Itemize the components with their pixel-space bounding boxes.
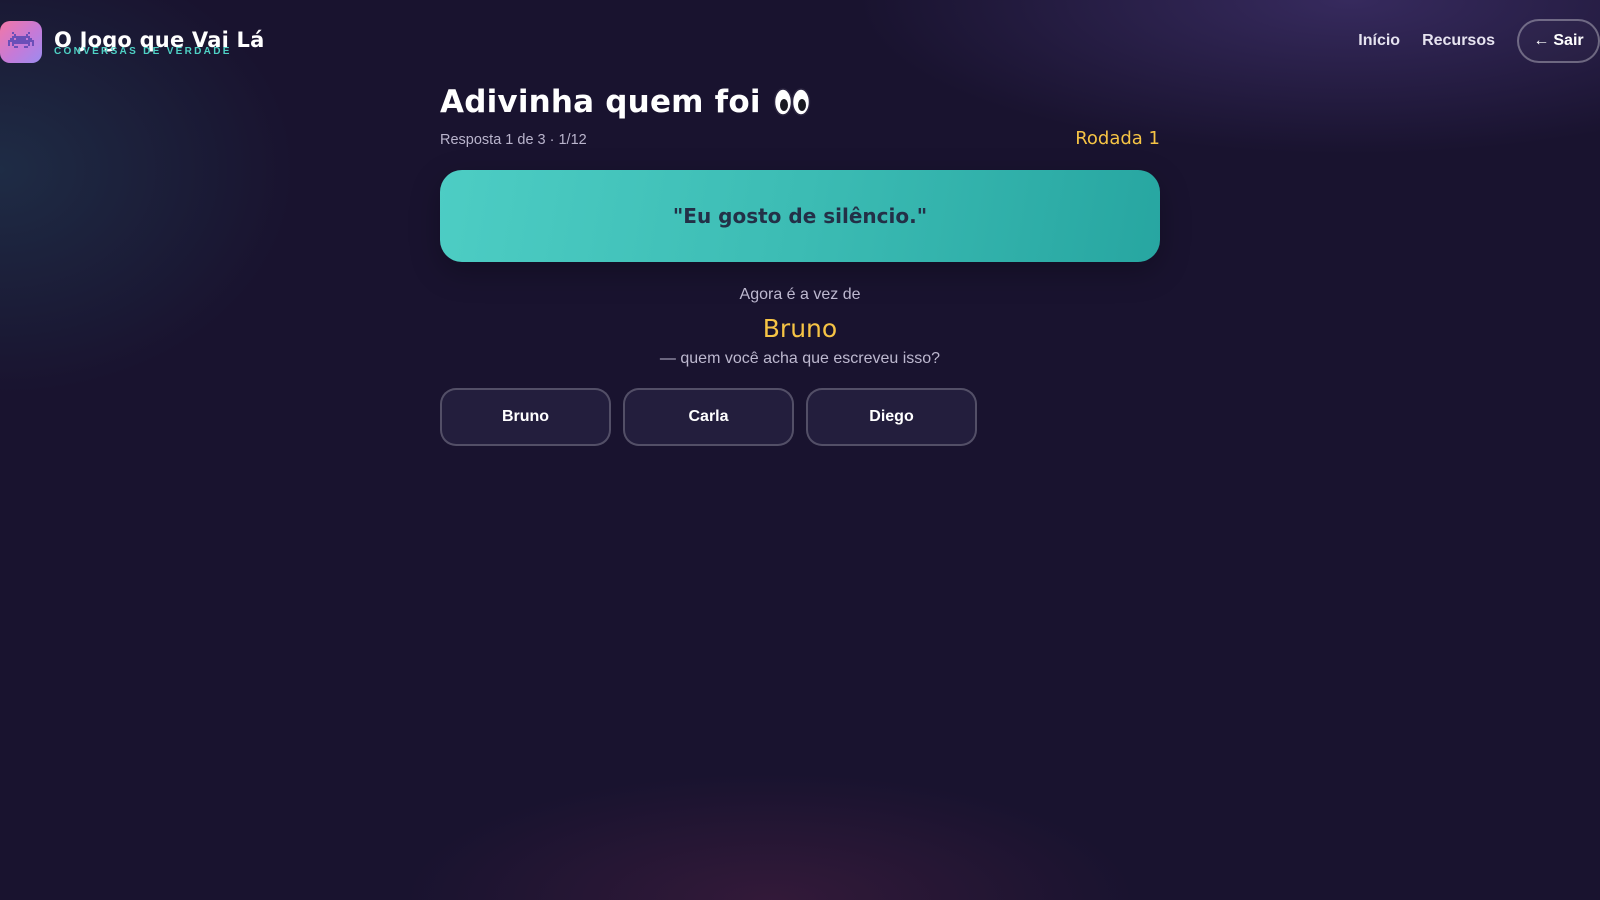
option-button-bruno[interactable]: Bruno — [440, 388, 611, 446]
answer-progress: Resposta 1 de 3 · 1/12 — [440, 132, 587, 148]
page-title: Adivinha quem foi — [440, 84, 761, 120]
quote-card: "Eu gosto de silêncio." — [440, 170, 1160, 262]
app-subtitle: CONVERSAS DE VERDADE — [54, 46, 232, 57]
round-label: Rodada 1 — [1075, 128, 1160, 149]
exit-label: Sair — [1553, 32, 1584, 49]
arrow-left-icon: ← — [1533, 32, 1550, 49]
turn-prefix: Agora é a vez de — [739, 286, 861, 303]
option-button-diego[interactable]: Diego — [806, 388, 977, 446]
brand-text: O Jogo que Vai Lá CONVERSAS DE VERDADE — [54, 27, 264, 57]
exit-button[interactable]: ← Sair — [1517, 19, 1600, 63]
answer-options: Bruno Carla Diego — [440, 388, 1160, 446]
option-button-carla[interactable]: Carla — [623, 388, 794, 446]
status-row: Resposta 1 de 3 · 1/12 Rodada 1 — [440, 128, 1160, 154]
game-panel: Adivinha quem foi Resposta 1 de 3 · 1/12… — [440, 78, 1160, 446]
nav-link-recursos[interactable]: Recursos — [1422, 32, 1495, 50]
eyes-icon — [773, 87, 811, 117]
alien-monster-icon — [0, 21, 42, 63]
main-nav: Início Recursos ← Sair — [1358, 19, 1600, 63]
brand[interactable]: O Jogo que Vai Lá CONVERSAS DE VERDADE — [0, 21, 264, 63]
turn-info: Agora é a vez de Bruno — quem você acha … — [440, 286, 1160, 368]
title-row: Adivinha quem foi — [440, 78, 1160, 126]
top-bar: O Jogo que Vai Lá CONVERSAS DE VERDADE I… — [0, 0, 1600, 84]
nav-link-inicio[interactable]: Início — [1358, 32, 1400, 50]
turn-question: — quem você acha que escreveu isso? — [659, 350, 941, 367]
quote-text: "Eu gosto de silêncio." — [672, 204, 928, 228]
current-player-name: Bruno — [762, 314, 838, 343]
